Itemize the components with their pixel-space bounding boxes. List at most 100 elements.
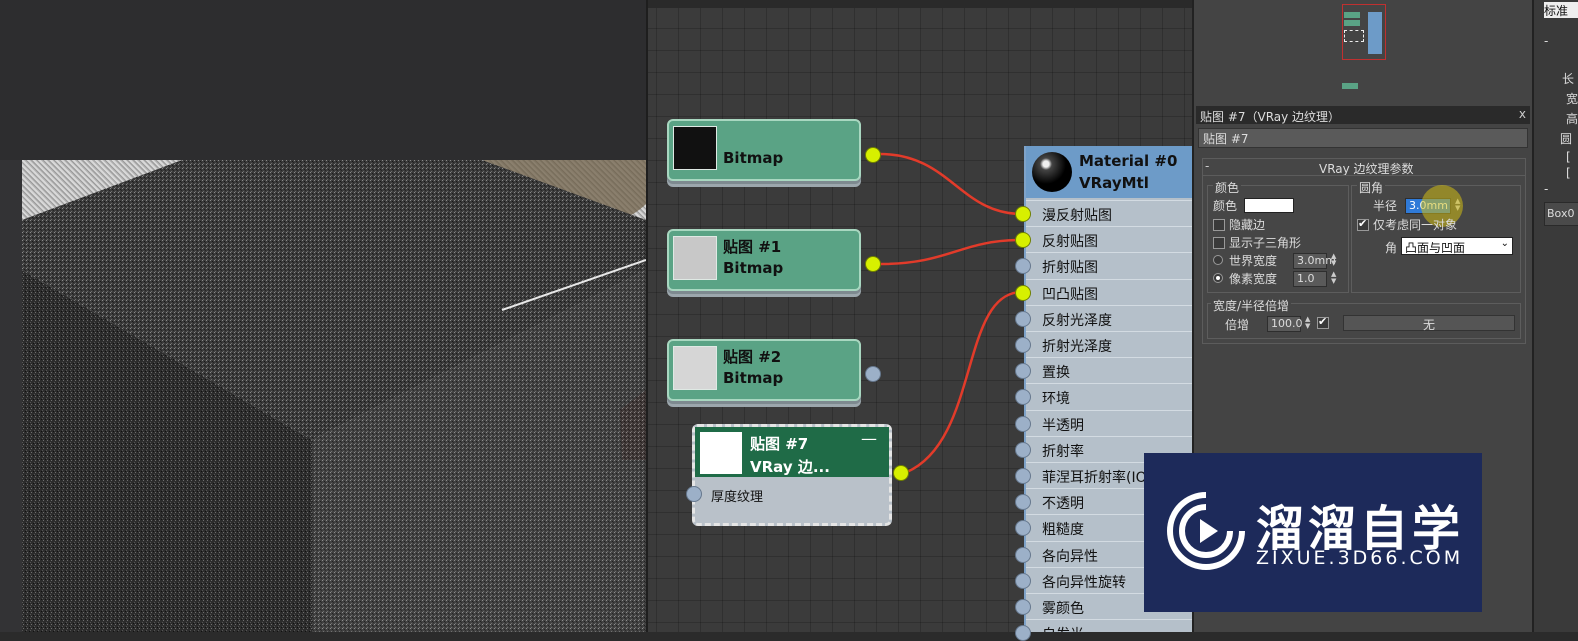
- input-socket[interactable]: [1015, 546, 1031, 563]
- hidden-edges-label: 隐藏边: [1229, 218, 1266, 232]
- pixel-width-spinner[interactable]: 1.0: [1293, 271, 1327, 287]
- param-panel-title: 贴图 #7（VRay 边纹理）: [1200, 110, 1341, 124]
- input-socket[interactable]: [1015, 625, 1031, 641]
- width-label: 宽: [1566, 92, 1578, 106]
- pixel-width-label: 像素宽度: [1229, 272, 1278, 286]
- input-socket[interactable]: [1015, 310, 1031, 327]
- watermark-logo: 溜溜自学 ZIXUE.3D66.COM: [1144, 453, 1482, 612]
- material-slot-label: 折射率: [1042, 443, 1084, 460]
- input-socket[interactable]: [1015, 468, 1031, 484]
- node-header: 贴图 #7 VRay 边... —: [695, 427, 889, 477]
- multiplier-map-checkbox[interactable]: [1317, 315, 1329, 329]
- param-panel-titlebar: 贴图 #7（VRay 边纹理） x: [1196, 106, 1530, 124]
- node-subtitle: Bitmap: [723, 259, 784, 277]
- input-socket[interactable]: [1015, 415, 1031, 432]
- input-socket[interactable]: [686, 486, 702, 502]
- none-map-button[interactable]: 无: [1343, 315, 1515, 332]
- map-name-value: 贴图 #7: [1203, 132, 1249, 146]
- standard-dropdown[interactable]: 标准: [1544, 2, 1578, 18]
- collapse-button[interactable]: —: [861, 429, 877, 448]
- corner-dropdown[interactable]: 凸面与凹面 ⌄: [1401, 237, 1513, 255]
- show-subtri-checkbox[interactable]: [1213, 237, 1225, 249]
- pixel-width-radio[interactable]: [1213, 273, 1223, 283]
- same-object-checkbox[interactable]: [1357, 217, 1369, 231]
- material-slot[interactable]: 环境: [1026, 383, 1194, 410]
- material-slot-label: 半透明: [1042, 417, 1084, 434]
- map-name-field[interactable]: 贴图 #7: [1198, 128, 1528, 148]
- spinner-arrows[interactable]: ▲▼: [1331, 253, 1339, 267]
- rollout-collapse[interactable]: -: [1544, 182, 1548, 196]
- watermark-url: ZIXUE.3D66.COM: [1256, 547, 1464, 569]
- hidden-edges-checkbox[interactable]: [1213, 219, 1225, 231]
- length-label: 长: [1562, 72, 1575, 86]
- wire-map7-bump: [906, 290, 1023, 474]
- color-group-title: 颜色: [1213, 179, 1242, 196]
- round-label: 圆: [1560, 132, 1573, 146]
- input-socket[interactable]: [1015, 599, 1031, 615]
- material-slot-label: 漫反射贴图: [1042, 208, 1112, 224]
- material-slot-label: 凹凸贴图: [1042, 286, 1098, 303]
- node-map-2[interactable]: 贴图 #2 Bitmap: [667, 339, 861, 401]
- navigator-view[interactable]: [1194, 0, 1532, 100]
- node-title: Bitmap: [723, 149, 784, 167]
- spinner-arrows[interactable]: ▲▼: [1331, 271, 1339, 285]
- wire-bitmap-diffuse: [879, 152, 1023, 216]
- node-bitmap-0[interactable]: Bitmap: [667, 119, 861, 181]
- radius-label: 半径: [1373, 199, 1398, 213]
- material-slot[interactable]: 漫反射贴图: [1026, 200, 1194, 227]
- chevron-down-icon: ⌄: [1500, 238, 1509, 249]
- material-slot[interactable]: 置换: [1026, 357, 1194, 384]
- rollout-collapse[interactable]: -: [1544, 34, 1548, 48]
- world-width-spinner[interactable]: 3.0mm: [1293, 253, 1336, 269]
- edge-color-swatch[interactable]: [1244, 198, 1294, 213]
- close-icon[interactable]: x: [1519, 107, 1526, 121]
- wire-map1-reflect: [879, 238, 1023, 266]
- same-object-label: 仅考虑同一对象: [1373, 218, 1458, 232]
- spinner-arrows[interactable]: ▲▼: [1305, 316, 1313, 330]
- show-subtri-label: 显示子三角形: [1229, 236, 1302, 250]
- thickness-texture-slot: 厚度纹理: [711, 490, 764, 505]
- object-name-field[interactable]: Box0: [1544, 202, 1578, 226]
- multiplier-label: 倍增: [1225, 318, 1250, 332]
- bitmap-thumbnail: [673, 346, 717, 390]
- material-slot-label: 折射贴图: [1042, 260, 1098, 277]
- corner-label: 角: [1385, 241, 1398, 255]
- node-subtitle: VRay 边...: [750, 458, 830, 476]
- material-slot[interactable]: 自发光: [1026, 619, 1194, 632]
- output-socket[interactable]: [865, 147, 881, 163]
- input-socket[interactable]: [1015, 441, 1031, 458]
- material-slot[interactable]: 半透明: [1026, 409, 1194, 437]
- material-slot[interactable]: 折射光泽度: [1026, 331, 1194, 358]
- world-width-label: 世界宽度: [1229, 254, 1278, 268]
- multiplier-spinner[interactable]: 100.0: [1267, 316, 1303, 332]
- world-width-radio[interactable]: [1213, 255, 1223, 265]
- material-slot[interactable]: 反射贴图: [1026, 226, 1194, 253]
- input-socket[interactable]: [1015, 284, 1031, 301]
- material-slot-label: 折射光泽度: [1042, 339, 1112, 355]
- height-label: 高: [1566, 112, 1578, 126]
- input-socket[interactable]: [1015, 337, 1031, 353]
- input-socket[interactable]: [1015, 572, 1031, 589]
- material-slot-label: 环境: [1042, 391, 1070, 408]
- material-slot-label: 反射贴图: [1042, 234, 1098, 251]
- node-subtitle: Bitmap: [723, 369, 784, 387]
- node-vray-edges-tex[interactable]: 贴图 #7 VRay 边... — 厚度纹理: [692, 424, 892, 526]
- color-label: 颜色: [1213, 199, 1238, 213]
- round-group-title: 圆角: [1357, 179, 1386, 196]
- material-title: Material #0: [1079, 152, 1178, 170]
- output-socket[interactable]: [893, 465, 909, 481]
- map-thumbnail: [700, 432, 742, 474]
- material-slot-label: 各向异性: [1042, 548, 1098, 565]
- bitmap-thumbnail: [673, 236, 717, 280]
- material-slot[interactable]: 凹凸贴图: [1026, 278, 1194, 306]
- material-slot[interactable]: 折射贴图: [1026, 252, 1194, 279]
- input-socket[interactable]: [1015, 206, 1031, 222]
- node-map-1[interactable]: 贴图 #1 Bitmap: [667, 229, 861, 291]
- output-socket[interactable]: [865, 366, 881, 382]
- material-slot[interactable]: 反射光泽度: [1026, 304, 1194, 332]
- bitmap-thumbnail: [673, 126, 717, 170]
- vray-edgestex-rollout: - VRay 边纹理参数 颜色 颜色 隐藏边 显示子三角形 世界宽度 3.0mm…: [1202, 158, 1526, 344]
- output-socket[interactable]: [865, 256, 881, 272]
- rollout-collapse[interactable]: -: [1205, 159, 1209, 173]
- command-panel: 标准 - 长 宽 高 圆 [ [ - Box0: [1532, 0, 1578, 632]
